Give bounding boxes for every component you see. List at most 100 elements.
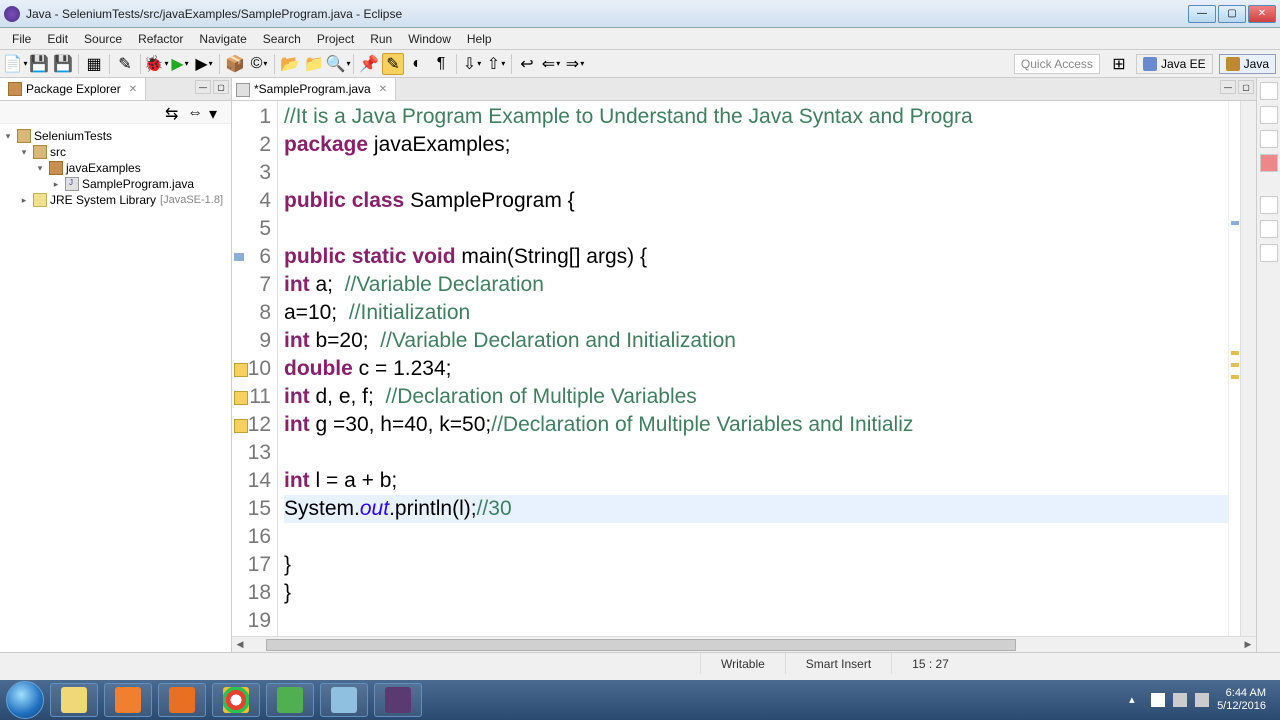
tree-src[interactable]: ▾ src: [2, 144, 229, 160]
menu-search[interactable]: Search: [255, 30, 309, 48]
minimize-view-button[interactable]: —: [195, 80, 211, 94]
wand-button[interactable]: ✎: [114, 53, 136, 75]
package-explorer-tab[interactable]: Package Explorer ✕: [0, 78, 146, 100]
tree-java-file[interactable]: ▸ SampleProgram.java: [2, 176, 229, 192]
app-icon: [277, 687, 303, 713]
menu-run[interactable]: Run: [362, 30, 400, 48]
problems-button[interactable]: [1260, 196, 1278, 214]
toggle-brk-button[interactable]: ◐: [406, 53, 428, 75]
project-tree[interactable]: ▾ SeleniumTests ▾ src ▾ javaExamples ▸ S…: [0, 124, 231, 652]
overview-ruler[interactable]: [1228, 101, 1240, 636]
declaration-button[interactable]: [1260, 244, 1278, 262]
menu-navigate[interactable]: Navigate: [191, 30, 254, 48]
chevron-right-icon[interactable]: ▸: [50, 179, 62, 190]
javadoc-button[interactable]: [1260, 220, 1278, 238]
code-content[interactable]: //It is a Java Program Example to Unders…: [278, 101, 1228, 636]
help-button[interactable]: [1260, 130, 1278, 148]
menu-source[interactable]: Source: [76, 30, 130, 48]
scroll-left-button[interactable]: ◀: [232, 639, 248, 650]
clock-date: 5/12/2016: [1217, 700, 1266, 713]
taskbar-app1[interactable]: [266, 683, 314, 717]
new-button[interactable]: 📄▾: [4, 53, 26, 75]
mark-button[interactable]: ✎: [382, 53, 404, 75]
taskbar-explorer[interactable]: [50, 683, 98, 717]
system-clock[interactable]: 6:44 AM 5/12/2016: [1217, 687, 1266, 713]
code-editor[interactable]: 12345678910111213141516171819 //It is a …: [232, 101, 1256, 636]
back-button[interactable]: ⇐▾: [540, 53, 562, 75]
package-explorer-view: Package Explorer ✕ — ▢ ⇆ ⇔ ▾ ▾ SeleniumT…: [0, 78, 232, 652]
right-toolbar: [1256, 78, 1280, 652]
menu-file[interactable]: File: [4, 30, 39, 48]
windows-taskbar: ▴ 6:44 AM 5/12/2016: [0, 680, 1280, 720]
tray-volume-icon[interactable]: [1195, 693, 1209, 707]
system-tray[interactable]: ▴ 6:44 AM 5/12/2016: [1129, 687, 1274, 713]
menu-window[interactable]: Window: [400, 30, 459, 48]
tree-package[interactable]: ▾ javaExamples: [2, 160, 229, 176]
app-icon: [331, 687, 357, 713]
explorer-icon: [61, 687, 87, 713]
line-number-gutter[interactable]: 12345678910111213141516171819: [232, 101, 278, 636]
show-ws-button[interactable]: ¶: [430, 53, 452, 75]
maximize-editor-button[interactable]: ▢: [1238, 80, 1254, 94]
menu-project[interactable]: Project: [309, 30, 362, 48]
status-writable: Writable: [700, 653, 785, 674]
search-button[interactable]: 🔍▾: [327, 53, 349, 75]
menu-help[interactable]: Help: [459, 30, 500, 48]
close-icon[interactable]: ✕: [129, 84, 137, 95]
maximize-view-button[interactable]: ▢: [213, 80, 229, 94]
maximize-button[interactable]: ▢: [1218, 5, 1246, 23]
open-type-button[interactable]: 📂: [279, 53, 301, 75]
tree-project[interactable]: ▾ SeleniumTests: [2, 128, 229, 144]
start-button[interactable]: [6, 681, 44, 719]
project-label: SeleniumTests: [34, 129, 112, 143]
minimize-editor-button[interactable]: —: [1220, 80, 1236, 94]
outline-button[interactable]: [1260, 106, 1278, 124]
chevron-right-icon[interactable]: ▸: [18, 195, 30, 206]
editor-tab-sampleprogram[interactable]: *SampleProgram.java ✕: [232, 78, 396, 100]
save-button[interactable]: 💾: [28, 53, 50, 75]
collapse-all-button[interactable]: ⇆: [165, 104, 181, 120]
link-editor-button[interactable]: ⇔: [187, 104, 203, 120]
perspective-java[interactable]: Java: [1219, 54, 1276, 74]
taskbar-app2[interactable]: [320, 683, 368, 717]
open-perspective-button[interactable]: ⊞: [1108, 53, 1130, 75]
taskbar-media-player[interactable]: [104, 683, 152, 717]
new-pkg-button[interactable]: 📦: [224, 53, 246, 75]
tray-flag-icon[interactable]: [1151, 693, 1165, 707]
quick-access-input[interactable]: Quick Access: [1014, 54, 1100, 74]
minimize-button[interactable]: —: [1188, 5, 1216, 23]
menu-refactor[interactable]: Refactor: [130, 30, 191, 48]
debug-button[interactable]: 🐞▾: [145, 53, 167, 75]
menu-edit[interactable]: Edit: [39, 30, 76, 48]
chevron-down-icon[interactable]: ▾: [2, 131, 14, 142]
cheat-sheet-button[interactable]: [1260, 154, 1278, 172]
pin-button[interactable]: 📌: [358, 53, 380, 75]
open-task-button[interactable]: 📁: [303, 53, 325, 75]
tray-show-hidden-icon[interactable]: ▴: [1129, 693, 1143, 707]
chevron-down-icon[interactable]: ▾: [18, 147, 30, 158]
prev-ann-button[interactable]: ⇧▾: [485, 53, 507, 75]
run-button[interactable]: ▶▾: [169, 53, 191, 75]
forward-button[interactable]: ⇒▾: [564, 53, 586, 75]
taskbar-chrome[interactable]: [212, 683, 260, 717]
last-edit-button[interactable]: ↩: [516, 53, 538, 75]
perspective-javaee[interactable]: Java EE: [1136, 54, 1213, 74]
view-menu-button[interactable]: ▾: [209, 104, 225, 120]
scroll-right-button[interactable]: ▶: [1240, 639, 1256, 650]
next-ann-button[interactable]: ⇩▾: [461, 53, 483, 75]
new-class-button[interactable]: ©▾: [248, 53, 270, 75]
run-last-button[interactable]: ▶▾: [193, 53, 215, 75]
horizontal-scrollbar[interactable]: ◀ ▶: [232, 636, 1256, 652]
toggle-button[interactable]: ▦: [83, 53, 105, 75]
taskbar-idea[interactable]: [374, 683, 422, 717]
taskbar-firefox[interactable]: [158, 683, 206, 717]
save-all-button[interactable]: 💾: [52, 53, 74, 75]
task-list-button[interactable]: [1260, 82, 1278, 100]
vertical-scrollbar[interactable]: [1240, 101, 1256, 636]
tray-network-icon[interactable]: [1173, 693, 1187, 707]
close-button[interactable]: ✕: [1248, 5, 1276, 23]
scroll-thumb[interactable]: [266, 639, 1016, 651]
close-icon[interactable]: ✕: [379, 84, 387, 95]
chevron-down-icon[interactable]: ▾: [34, 163, 46, 174]
tree-jre[interactable]: ▸ JRE System Library [JavaSE-1.8]: [2, 192, 229, 208]
